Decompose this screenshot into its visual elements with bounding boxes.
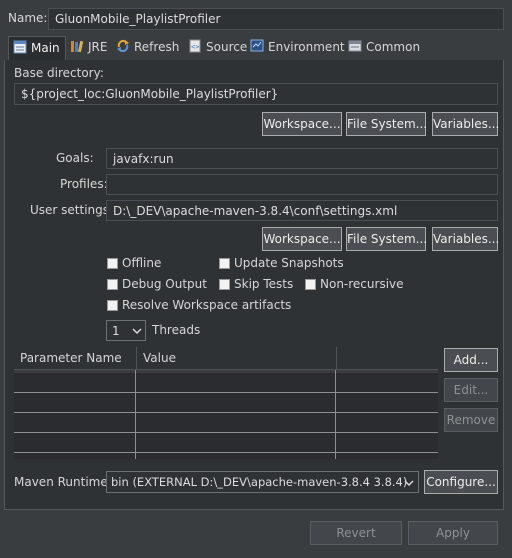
profiles-input[interactable] xyxy=(106,174,498,195)
profiles-label: Profiles: xyxy=(60,177,108,191)
skip-tests-label: Skip Tests xyxy=(234,277,294,291)
column-header-value[interactable]: Value xyxy=(136,347,336,369)
configuration-name-input[interactable]: GluonMobile_PlaylistProfiler xyxy=(48,8,504,30)
apply-button[interactable]: Apply xyxy=(408,521,498,545)
remove-parameter-button[interactable]: Remove xyxy=(444,408,498,432)
base-directory-input[interactable]: ${project_loc:GluonMobile_PlaylistProfil… xyxy=(14,83,498,105)
add-parameter-button[interactable]: Add... xyxy=(444,348,498,372)
table-row xyxy=(14,413,438,433)
offline-label: Offline xyxy=(122,256,162,270)
column-divider xyxy=(335,370,336,459)
tab-refresh[interactable]: Refresh xyxy=(116,36,179,60)
tab-jre-label: JRE xyxy=(88,40,108,54)
column-header-filler xyxy=(336,347,438,369)
configure-runtime-button[interactable]: Configure... xyxy=(424,470,498,494)
tab-source-label: Source xyxy=(206,40,248,54)
maven-runtime-value: bin (EXTERNAL D:\_DEV\apache-maven-3.8.4… xyxy=(111,475,408,489)
chevron-down-icon xyxy=(404,480,414,487)
goals-label: Goals: xyxy=(56,151,94,165)
library-icon xyxy=(71,40,84,53)
base-dir-file-system-button[interactable]: File System... xyxy=(346,112,427,136)
tab-environment-label: Environment xyxy=(268,40,345,54)
non-recursive-checkbox[interactable] xyxy=(305,279,316,290)
common-icon xyxy=(348,40,362,52)
non-recursive-label: Non-recursive xyxy=(320,277,404,291)
settings-variables-button[interactable]: Variables... xyxy=(432,227,499,251)
user-settings-label: User settings: xyxy=(30,203,114,217)
refresh-icon xyxy=(117,39,129,53)
maven-runtime-select[interactable]: bin (EXTERNAL D:\_DEV\apache-maven-3.8.4… xyxy=(106,471,419,493)
settings-workspace-button[interactable]: Workspace... xyxy=(262,227,342,251)
tab-main-label: Main xyxy=(31,41,60,55)
resolve-workspace-label: Resolve Workspace artifacts xyxy=(122,298,292,312)
tab-environment[interactable]: Environment xyxy=(250,36,345,60)
table-row xyxy=(14,433,438,453)
revert-button[interactable]: Revert xyxy=(310,521,402,545)
launch-config-tabs: Main JRE Refresh <> Source Environment C… xyxy=(4,34,504,61)
table-row xyxy=(14,393,438,413)
base-directory-label: Base directory: xyxy=(14,66,104,80)
tab-jre[interactable]: JRE xyxy=(70,36,107,60)
tab-source[interactable]: <> Source xyxy=(188,36,247,60)
threads-label: Threads xyxy=(152,323,201,337)
svg-text:<>: <> xyxy=(191,43,199,51)
tab-common-label: Common xyxy=(366,40,421,54)
base-dir-variables-button[interactable]: Variables... xyxy=(432,112,499,136)
debug-output-checkbox[interactable] xyxy=(107,279,118,290)
resolve-workspace-checkbox[interactable] xyxy=(107,300,118,311)
goals-input[interactable]: javafx:run xyxy=(106,148,498,169)
main-tab-icon xyxy=(13,40,27,54)
chevron-down-icon xyxy=(132,328,142,335)
table-header: Parameter Name Value xyxy=(14,347,438,370)
debug-output-label: Debug Output xyxy=(122,277,207,291)
update-snapshots-checkbox[interactable] xyxy=(219,258,230,269)
maven-runtime-label: Maven Runtime: xyxy=(14,475,112,489)
column-divider xyxy=(135,370,136,459)
source-icon: <> xyxy=(189,39,201,53)
settings-file-system-button[interactable]: File System... xyxy=(346,227,427,251)
skip-tests-checkbox[interactable] xyxy=(219,279,230,290)
threads-value: 1 xyxy=(112,324,120,338)
tab-common[interactable]: Common xyxy=(348,36,420,60)
name-label: Name: xyxy=(8,11,48,25)
parameters-table[interactable]: Parameter Name Value xyxy=(14,347,438,459)
table-row xyxy=(14,373,438,393)
base-dir-workspace-button[interactable]: Workspace... xyxy=(262,112,342,136)
offline-checkbox[interactable] xyxy=(107,258,118,269)
threads-select[interactable]: 1 xyxy=(106,320,146,341)
table-row xyxy=(14,453,438,459)
tab-main[interactable]: Main xyxy=(8,36,66,60)
user-settings-input[interactable]: D:\_DEV\apache-maven-3.8.4\conf\settings… xyxy=(106,200,498,221)
tab-refresh-label: Refresh xyxy=(134,40,180,54)
update-snapshots-label: Update Snapshots xyxy=(234,256,344,270)
environment-icon xyxy=(250,39,264,52)
column-header-parameter-name[interactable]: Parameter Name xyxy=(14,347,136,369)
edit-parameter-button[interactable]: Edit... xyxy=(444,378,498,402)
